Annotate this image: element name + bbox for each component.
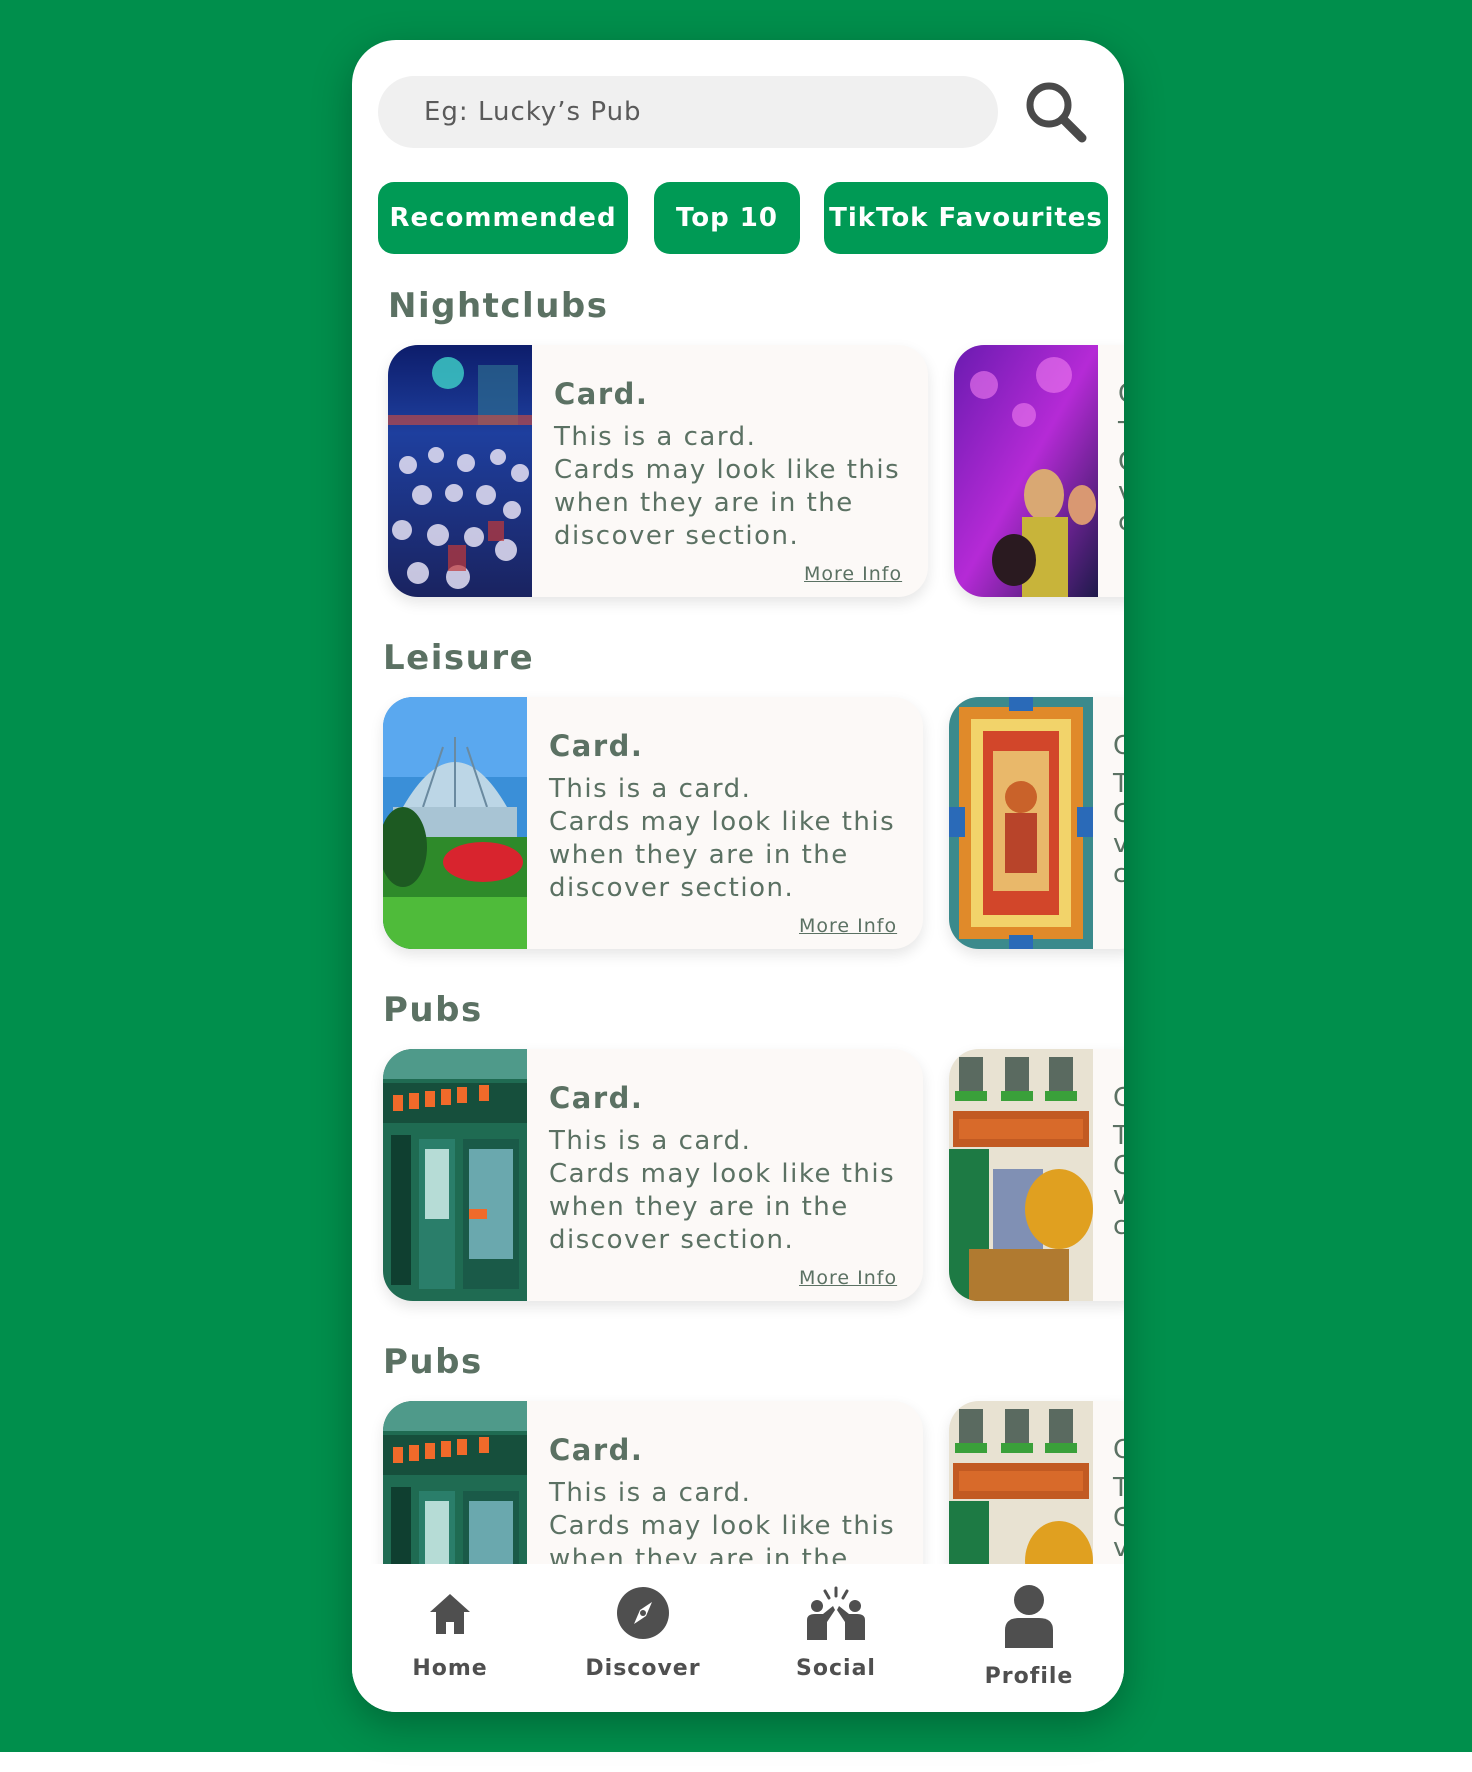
card-description: This is a card. Cards may look like this…	[549, 774, 896, 903]
peek-text: C	[1118, 379, 1124, 409]
nav-label: Home	[412, 1656, 488, 1681]
more-info-link[interactable]: More Info	[799, 1267, 897, 1289]
compass-icon	[617, 1587, 669, 1639]
nav-social[interactable]: Social	[746, 1564, 926, 1712]
nav-home[interactable]: Home	[360, 1564, 540, 1712]
section-title-leisure: Leisure	[383, 638, 535, 678]
bottom-nav: Home Discover Social Profile	[352, 1564, 1124, 1712]
venue-card[interactable]: Card. This is a card. Cards may look lik…	[388, 345, 928, 597]
phone-frame: Recommended Top 10 TikTok Favourites Nig…	[352, 40, 1124, 1712]
section-title-pubs: Pubs	[383, 990, 483, 1030]
more-info-link[interactable]: More Info	[799, 915, 897, 937]
peek-text: c	[1113, 1211, 1124, 1241]
peek-text: c	[1118, 507, 1124, 537]
nav-discover[interactable]: Discover	[553, 1564, 733, 1712]
card-description: This is a card. Cards may look like this…	[554, 422, 901, 551]
venue-card[interactable]: Card. This is a card. Cards may look lik…	[383, 697, 923, 949]
home-icon	[430, 1594, 470, 1634]
search-input[interactable]	[422, 96, 966, 128]
venue-card[interactable]: Card. This is a card. Cards may look lik…	[383, 1049, 923, 1301]
venue-card-peek[interactable]: C T C v c	[954, 345, 1124, 597]
nav-label: Social	[796, 1656, 876, 1681]
nav-label: Discover	[585, 1656, 701, 1681]
peek-text: v	[1113, 1533, 1124, 1563]
peek-text: v	[1113, 829, 1124, 859]
johnnie-foxs-pub-image	[949, 1049, 1093, 1301]
chip-recommended[interactable]: Recommended	[378, 182, 628, 254]
peek-text: C	[1118, 447, 1124, 477]
card-title: Card.	[549, 1433, 644, 1467]
peek-text: T	[1113, 1121, 1124, 1151]
more-info-link[interactable]: More Info	[804, 563, 902, 585]
peek-text: C	[1113, 1083, 1124, 1113]
peek-text: v	[1113, 1181, 1124, 1211]
nightclub-dancers-image	[954, 345, 1098, 597]
peek-text: C	[1113, 1151, 1124, 1181]
peek-text: T	[1118, 417, 1124, 447]
peek-text: C	[1113, 731, 1124, 761]
card-title: Card.	[549, 729, 644, 763]
peek-text: T	[1113, 1473, 1124, 1503]
venue-card-peek[interactable]: C T C v c	[949, 697, 1124, 949]
section-title-pubs: Pubs	[383, 1342, 483, 1382]
luckys-pub-image	[383, 1049, 527, 1301]
search-icon[interactable]	[1022, 78, 1090, 146]
peek-text: T	[1113, 769, 1124, 799]
peek-text: C	[1113, 799, 1124, 829]
section-title-nightclubs: Nightclubs	[388, 286, 609, 326]
celtic-mosaic-image	[949, 697, 1093, 949]
card-description: This is a card. Cards may look like this…	[549, 1478, 896, 1574]
glasshouse-garden-image	[383, 697, 527, 949]
nightclub-crowd-image	[388, 345, 532, 597]
venue-card-peek[interactable]: C T C v c	[949, 1049, 1124, 1301]
person-icon	[1005, 1585, 1053, 1648]
nav-label: Profile	[984, 1664, 1074, 1689]
peek-text: v	[1118, 477, 1124, 507]
social-icon	[807, 1586, 865, 1640]
chip-top-10[interactable]: Top 10	[654, 182, 800, 254]
peek-text: C	[1113, 1503, 1124, 1533]
card-title: Card.	[549, 1081, 644, 1115]
card-description: This is a card. Cards may look like this…	[549, 1126, 896, 1255]
card-title: Card.	[554, 377, 649, 411]
peek-text: c	[1113, 859, 1124, 889]
peek-text: C	[1113, 1435, 1124, 1465]
nav-profile[interactable]: Profile	[939, 1564, 1119, 1712]
chip-tiktok-favourites[interactable]: TikTok Favourites	[824, 182, 1108, 254]
search-bar[interactable]	[378, 76, 998, 148]
